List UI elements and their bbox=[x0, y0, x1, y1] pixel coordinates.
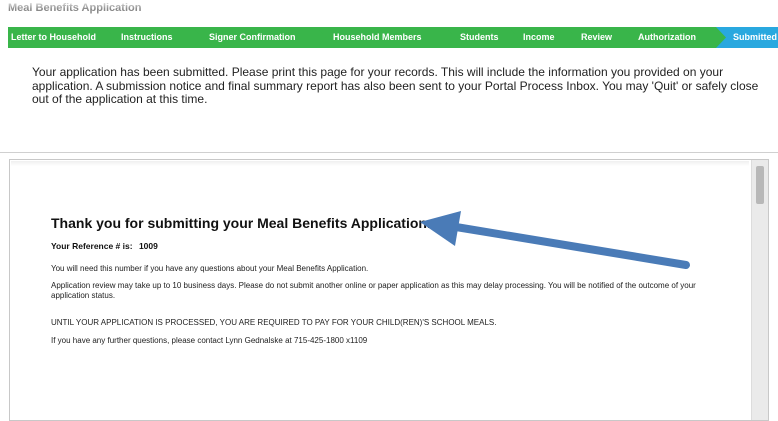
step-label: Students bbox=[460, 32, 499, 42]
report-line-review-time: Application review may take up to 10 bus… bbox=[51, 281, 696, 300]
step-review[interactable]: Review bbox=[566, 27, 635, 48]
step-label: Authorization bbox=[638, 32, 696, 42]
step-signer-confirmation[interactable]: Signer Confirmation bbox=[192, 27, 328, 48]
report-line-contact: If you have any further questions, pleas… bbox=[51, 336, 368, 345]
divider bbox=[0, 152, 778, 153]
step-label: Household Members bbox=[333, 32, 422, 42]
report-scrollbar[interactable] bbox=[751, 160, 768, 420]
step-letter-to-household[interactable]: Letter to Household bbox=[8, 27, 116, 48]
scrollbar-thumb[interactable] bbox=[756, 166, 764, 204]
step-label: Income bbox=[523, 32, 555, 42]
summary-report-frame[interactable]: Thank you for submitting your Meal Benef… bbox=[9, 159, 769, 421]
step-income[interactable]: Income bbox=[508, 27, 578, 48]
report-line-payment-notice: UNTIL YOUR APPLICATION IS PROCESSED, YOU… bbox=[51, 318, 497, 327]
step-progress-bar: Letter to Household Instructions Signer Co… bbox=[8, 27, 778, 48]
step-household-members[interactable]: Household Members bbox=[316, 27, 457, 48]
step-label: Signer Confirmation bbox=[209, 32, 296, 42]
report-top-shadow bbox=[11, 161, 749, 166]
reference-label: Your Reference # is: bbox=[51, 241, 133, 251]
step-students[interactable]: Students bbox=[445, 27, 520, 48]
step-instructions[interactable]: Instructions bbox=[104, 27, 204, 48]
step-label: Instructions bbox=[121, 32, 173, 42]
title-fade bbox=[0, 0, 778, 9]
reference-number: 1009 bbox=[138, 241, 158, 251]
step-label: Letter to Household bbox=[11, 32, 96, 42]
report-line-reference-note: You will need this number if you have an… bbox=[51, 264, 369, 273]
step-label: Review bbox=[581, 32, 613, 42]
submission-message: Your application has been submitted. Ple… bbox=[32, 65, 759, 106]
report-heading: Thank you for submitting your Meal Benef… bbox=[51, 215, 431, 231]
reference-line: Your Reference # is: 1009 bbox=[51, 241, 158, 251]
step-authorization[interactable]: Authorization bbox=[623, 27, 728, 48]
